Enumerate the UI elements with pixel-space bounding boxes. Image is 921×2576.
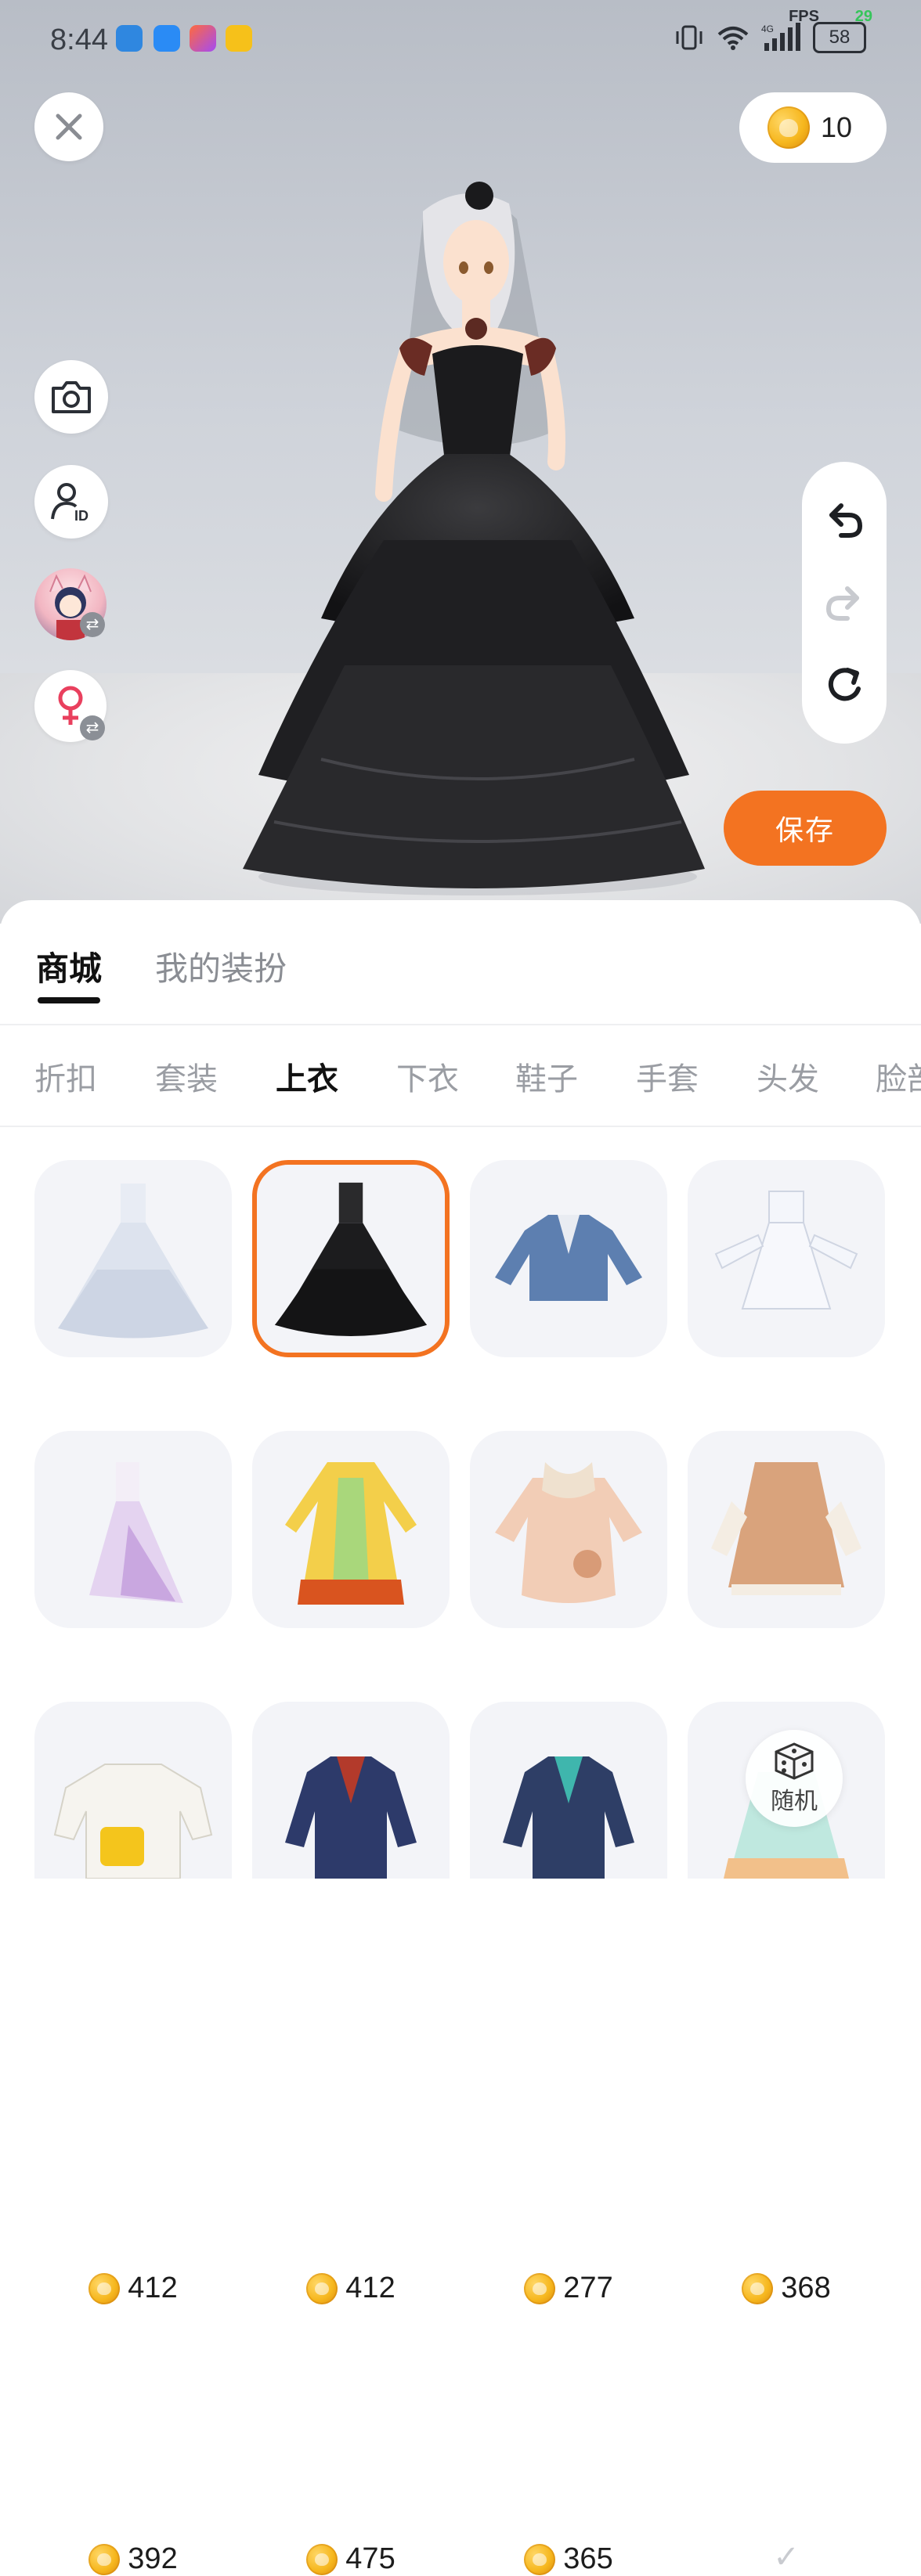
denim-jacket-thumbnail — [495, 1215, 642, 1301]
cellular-signal-icon: 4G — [761, 23, 800, 51]
coin-icon — [768, 106, 810, 149]
random-button[interactable]: 随机 — [746, 1730, 843, 1827]
black-layered-gown-thumbnail — [274, 1182, 428, 1337]
coin-icon — [742, 2272, 774, 2304]
item-price: 412 — [252, 2272, 450, 2305]
item-card[interactable] — [34, 1431, 232, 1628]
item-card[interactable] — [470, 1431, 667, 1628]
random-label: 随机 — [771, 1789, 818, 1814]
price-value: 368 — [781, 2272, 831, 2304]
item-card[interactable] — [470, 1702, 667, 1879]
item-price: 392 — [34, 2542, 232, 2576]
divider — [0, 1024, 921, 1025]
coin-balance[interactable]: 10 — [739, 92, 887, 163]
divider — [0, 1126, 921, 1127]
category-tab-tops[interactable]: 上衣 — [276, 1054, 338, 1099]
vibrate-icon — [676, 25, 702, 50]
white-lolita-dress-thumbnail — [714, 1191, 858, 1310]
swap-gender-icon: ⇄ — [80, 715, 105, 740]
category-tab-gloves[interactable]: 手套 — [636, 1054, 699, 1099]
dice-icon — [775, 1742, 814, 1780]
tab-active-indicator — [38, 997, 100, 1003]
battery-indicator: 58 — [813, 22, 866, 53]
coin-icon — [88, 2272, 121, 2304]
item-card-selected[interactable] — [252, 1160, 450, 1357]
price-value: 392 — [128, 2542, 178, 2575]
image-app-icon — [190, 25, 216, 52]
redo-icon[interactable] — [821, 579, 868, 626]
price-value: 365 — [563, 2542, 613, 2575]
peach-puffer-coat-thumbnail — [495, 1462, 642, 1603]
avatar-id-button[interactable]: ID — [34, 465, 108, 539]
item-card[interactable] — [34, 1160, 232, 1357]
history-panel — [802, 462, 887, 744]
status-time: 8:44 — [50, 23, 108, 56]
coin-icon — [524, 2272, 556, 2304]
white-duck-sweater-thumbnail — [53, 1764, 213, 1879]
tab-my-outfits[interactable]: 我的装扮 — [155, 942, 287, 990]
item-card[interactable] — [688, 1431, 885, 1628]
category-tab-bottoms[interactable]: 下衣 — [396, 1054, 459, 1099]
search-app-icon — [154, 25, 180, 52]
status-right-icons: 4G 58 — [674, 22, 866, 53]
avatar-character — [243, 182, 705, 895]
item-card[interactable] — [252, 1431, 450, 1628]
category-tab-discount[interactable]: 折扣 — [34, 1054, 97, 1099]
item-card[interactable] — [34, 1702, 232, 1879]
coin-icon — [306, 2543, 338, 2575]
price-value: 277 — [563, 2272, 613, 2304]
price-value: 412 — [345, 2272, 395, 2304]
item-price: 365 — [470, 2542, 667, 2576]
coin-icon — [306, 2272, 338, 2304]
reset-icon[interactable] — [821, 662, 868, 709]
swap-avatar-icon: ⇄ — [80, 612, 105, 637]
category-tab-sets[interactable]: 套装 — [155, 1054, 218, 1099]
price-value: 412 — [128, 2272, 178, 2304]
price-value: 475 — [345, 2542, 395, 2575]
category-tab-face[interactable]: 脸部 — [876, 1054, 921, 1099]
save-button[interactable]: 保存 — [724, 791, 887, 866]
coin-balance-value: 10 — [821, 111, 853, 143]
browser-app-icon — [116, 25, 143, 52]
undo-icon[interactable] — [821, 496, 868, 543]
teal-navy-coat-thumbnail — [503, 1756, 634, 1879]
item-card[interactable] — [252, 1702, 450, 1879]
wifi-icon — [717, 27, 749, 50]
svg-text:ID: ID — [74, 508, 88, 524]
item-card[interactable] — [688, 1160, 885, 1357]
coin-icon — [88, 2543, 121, 2575]
svg-text:4G: 4G — [761, 23, 774, 34]
status-bar: 8:44 FPS 29 4G 58 — [0, 0, 921, 78]
brown-cape-dress-thumbnail — [711, 1462, 861, 1595]
item-card[interactable] — [470, 1160, 667, 1357]
item-price: 277 — [470, 2272, 667, 2305]
person-id-icon: ID — [51, 483, 88, 524]
camera-icon — [52, 381, 91, 413]
lilac-gown-thumbnail — [89, 1462, 183, 1603]
video-app-icon — [226, 25, 252, 52]
close-button[interactable] — [34, 92, 103, 161]
item-price: 475 — [252, 2542, 450, 2576]
category-tab-hair[interactable]: 头发 — [757, 1054, 819, 1099]
category-tab-shoes[interactable]: 鞋子 — [515, 1054, 578, 1099]
item-price: 412 — [34, 2272, 232, 2305]
owned-check-icon: ✓ — [773, 2540, 800, 2574]
item-price: 368 — [688, 2272, 885, 2305]
yellow-hanfu-robe-thumbnail — [285, 1462, 417, 1605]
white-layered-gown-thumbnail — [58, 1184, 208, 1338]
tab-shop[interactable]: 商城 — [36, 942, 102, 990]
camera-button[interactable] — [34, 360, 108, 434]
coin-icon — [524, 2543, 556, 2575]
close-icon — [56, 113, 82, 140]
avatar-scene: 8:44 FPS 29 4G 58 10 ID ⇄ ⇄ 保存 — [0, 0, 921, 924]
navy-red-coat-thumbnail — [285, 1756, 417, 1879]
